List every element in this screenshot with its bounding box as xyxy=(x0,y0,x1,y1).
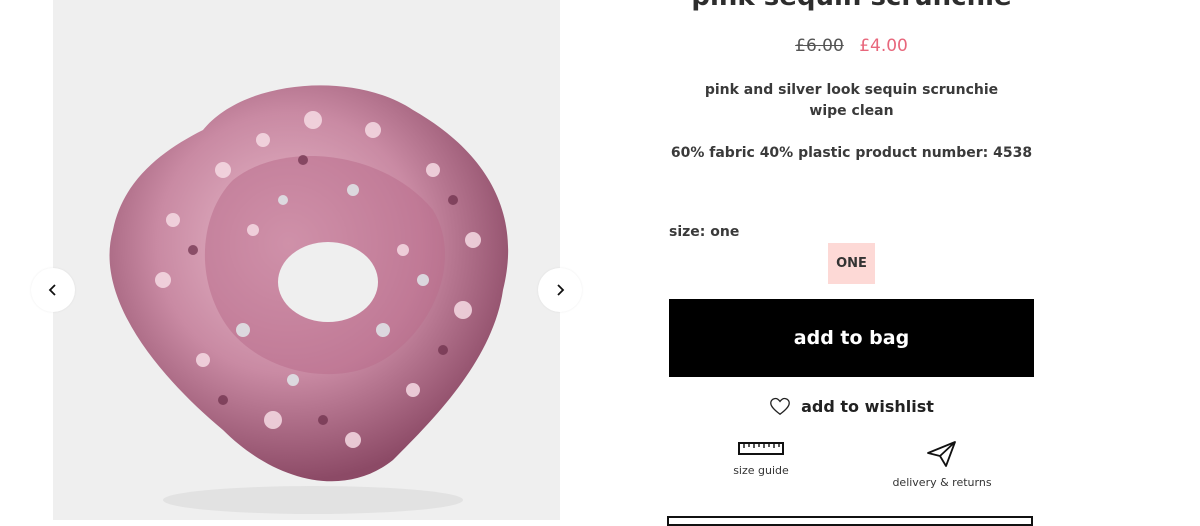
product-composition: 60% fabric 40% plastic product number: 4… xyxy=(670,145,1033,161)
product-image xyxy=(109,85,509,514)
size-option-one[interactable]: ONE xyxy=(828,243,875,284)
delivery-returns-label: delivery & returns xyxy=(892,476,992,489)
gallery-next-button[interactable] xyxy=(538,268,582,312)
sale-price: £4.00 xyxy=(859,36,908,56)
size-label: size: one xyxy=(669,224,740,240)
product-details: pink sequin scrunchie £6.00 £4.00 pink a… xyxy=(669,0,1034,520)
delivery-returns-link[interactable]: delivery & returns xyxy=(877,440,1007,489)
gallery-prev-button[interactable] xyxy=(31,268,75,312)
price-block: £6.00 £4.00 xyxy=(669,36,1034,56)
secondary-action-box[interactable] xyxy=(667,516,1033,526)
add-to-bag-button[interactable]: add to bag xyxy=(669,299,1034,377)
heart-icon xyxy=(770,397,790,415)
size-guide-link[interactable]: size guide xyxy=(709,440,813,477)
product-title: pink sequin scrunchie xyxy=(669,0,1034,12)
product-image-gallery xyxy=(53,0,560,520)
wishlist-label: add to wishlist xyxy=(801,396,934,416)
description-line: pink and silver look sequin scrunchie xyxy=(704,82,999,98)
ruler-icon xyxy=(738,442,784,455)
description-line: wipe clean xyxy=(809,103,894,119)
chevron-right-icon xyxy=(557,284,565,296)
size-guide-label: size guide xyxy=(733,464,789,477)
product-description: pink and silver look sequin scrunchie wi… xyxy=(669,80,1034,122)
original-price: £6.00 xyxy=(795,36,844,56)
chevron-left-icon xyxy=(48,284,56,296)
add-to-wishlist-button[interactable]: add to wishlist xyxy=(669,394,1034,418)
paper-plane-icon xyxy=(927,441,956,467)
